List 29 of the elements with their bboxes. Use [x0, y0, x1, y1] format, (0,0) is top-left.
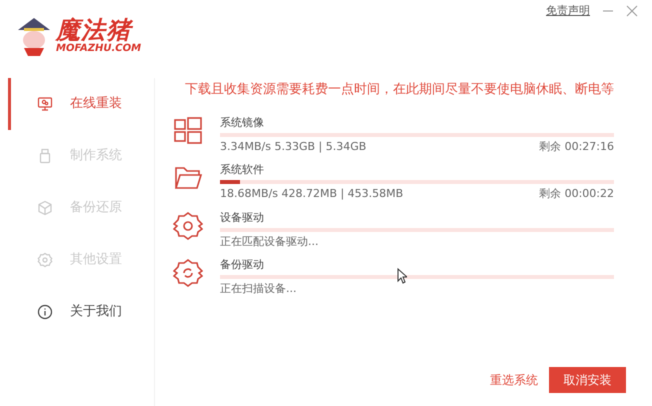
- close-icon[interactable]: [626, 5, 638, 18]
- usb-drive-icon: [37, 148, 53, 164]
- info-icon: [37, 304, 53, 320]
- task-title: 备份驱动: [220, 258, 265, 272]
- cancel-install-button[interactable]: 取消安装: [549, 367, 626, 393]
- windows-icon: [173, 116, 203, 146]
- monitor-icon: [37, 96, 53, 112]
- task-detail: 18.68MB/s 428.72MB | 453.58MB: [220, 187, 404, 201]
- sidebar-item[interactable]: 在线重装: [8, 78, 154, 130]
- task-title: 系统镜像: [220, 116, 265, 130]
- logo-title: 魔法猪: [56, 18, 132, 42]
- cube-icon: [37, 200, 53, 216]
- reselect-system-link[interactable]: 重选系统: [490, 371, 538, 389]
- settings-icon: [37, 252, 53, 268]
- mouse-cursor-icon: [397, 268, 407, 284]
- logo-domain: MOFAZHU.COM: [56, 44, 142, 54]
- notice-text: 下载且收集资源需要耗费一点时间，在此期间尽量不要使电脑休眠、断电等: [184, 81, 614, 99]
- logo-icon: [16, 16, 52, 56]
- task-detail: 3.34MB/s 5.33GB | 5.34GB: [220, 140, 366, 154]
- sidebar-item[interactable]: 关于我们: [8, 286, 154, 338]
- task-detail: 正在扫描设备...: [220, 282, 296, 296]
- disclaimer-link[interactable]: 免责声明: [546, 3, 590, 20]
- sync-gear-icon: [173, 258, 203, 288]
- time-remaining: 剩余 00:00:22: [539, 187, 614, 201]
- task-title: 系统软件: [220, 163, 265, 177]
- time-remaining: 剩余 00:27:16: [539, 140, 614, 154]
- task-title: 设备驱动: [220, 210, 265, 224]
- settings-icon: [173, 210, 203, 240]
- task-detail: 正在匹配设备驱动...: [220, 234, 318, 248]
